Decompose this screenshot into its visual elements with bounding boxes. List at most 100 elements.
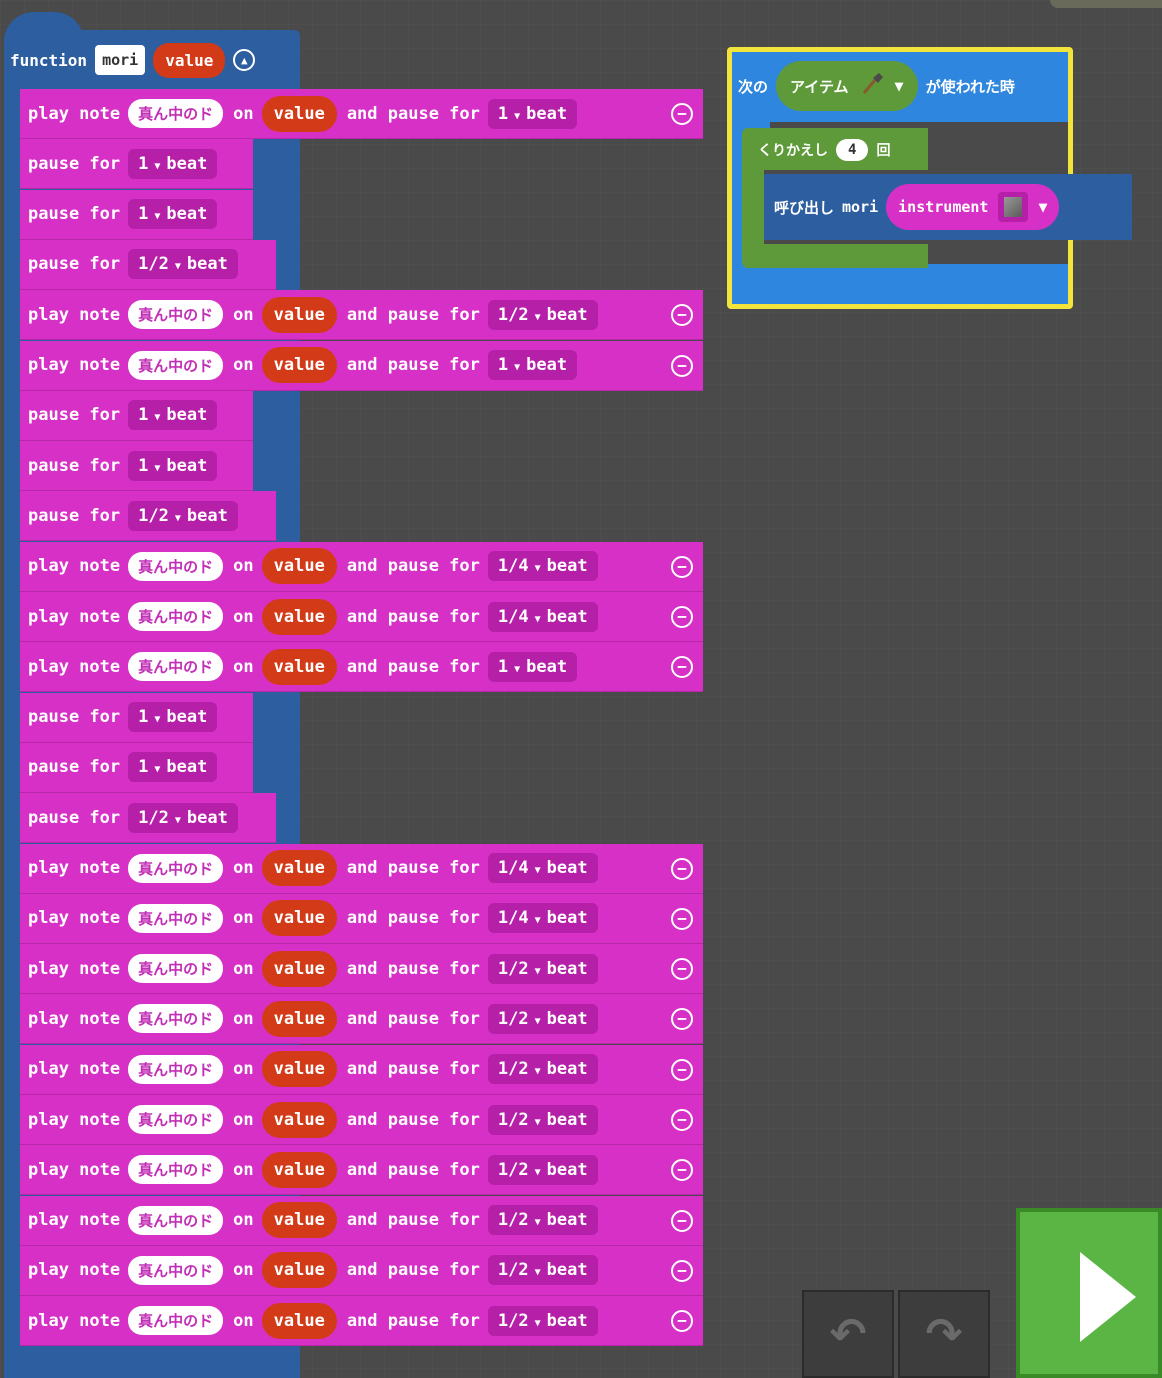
play-note-block[interactable]: play note 真ん中のド on value and pause for 1/2 ▼ be… xyxy=(20,944,703,995)
play-note-block[interactable]: play note 真ん中のド on value and pause for 1/4 ▼ be… xyxy=(20,893,703,944)
value-variable[interactable]: value xyxy=(261,1101,337,1138)
beat-duration-dropdown[interactable]: 1 ▼ beat xyxy=(487,350,578,380)
remove-param-icon[interactable]: − xyxy=(671,907,693,930)
pause-block[interactable]: pause for 1 ▼ beat xyxy=(20,390,253,441)
note-field[interactable]: 真ん中のド xyxy=(128,1004,224,1034)
value-variable[interactable]: value xyxy=(261,1051,337,1088)
note-field[interactable]: 真ん中のド xyxy=(128,1255,224,1285)
remove-param-icon[interactable]: − xyxy=(671,304,693,327)
beat-duration-dropdown[interactable]: 1/2 ▼ beat xyxy=(487,953,598,984)
value-variable[interactable]: value xyxy=(261,296,337,333)
beat-duration-dropdown[interactable]: 1/4 ▼ beat xyxy=(487,853,598,883)
note-field[interactable]: 真ん中のド xyxy=(128,1105,224,1134)
remove-param-icon[interactable]: − xyxy=(671,1310,693,1333)
note-field[interactable]: 真ん中のド xyxy=(128,1054,224,1084)
beat-duration-dropdown[interactable]: 1 ▼ beat xyxy=(128,752,218,783)
pause-block[interactable]: pause for 1 ▼ beat xyxy=(20,742,253,793)
beat-duration-dropdown[interactable]: 1/4 ▼ beat xyxy=(487,601,598,632)
beat-duration-dropdown[interactable]: 1 ▼ beat xyxy=(128,400,218,431)
pause-block[interactable]: pause for 1 ▼ beat xyxy=(20,189,253,240)
beat-duration-dropdown[interactable]: 1/4 ▼ beat xyxy=(487,551,598,582)
value-variable[interactable]: value xyxy=(261,548,337,585)
beat-duration-dropdown[interactable]: 1/2 ▼ beat xyxy=(487,1003,598,1034)
remove-param-icon[interactable]: − xyxy=(671,555,693,578)
play-note-block[interactable]: play note 真ん中のド on value and pause for 1/4 ▼ be… xyxy=(20,843,703,894)
remove-param-icon[interactable]: − xyxy=(671,606,693,628)
function-name-field[interactable]: mori xyxy=(95,45,146,75)
redo-button[interactable]: ↷ xyxy=(898,1290,990,1378)
code-workspace[interactable]: function mori value ▲ play note 真ん中のド on va… xyxy=(0,0,1162,1378)
note-field[interactable]: 真ん中のド xyxy=(128,551,224,581)
value-variable[interactable]: value xyxy=(261,900,337,937)
collapse-params-icon[interactable]: ▲ xyxy=(233,49,256,71)
play-note-block[interactable]: play note 真ん中のド on value and pause for 1/2 ▼ be… xyxy=(20,1044,703,1095)
note-field[interactable]: 真ん中のド xyxy=(128,99,224,128)
play-note-block[interactable]: play note 真ん中のド on value and pause for 1 ▼ beat… xyxy=(20,340,703,391)
beat-duration-dropdown[interactable]: 1/2 ▼ beat xyxy=(128,802,238,833)
remove-param-icon[interactable]: − xyxy=(671,1259,693,1282)
play-note-block[interactable]: play note 真ん中のド on value and pause for 1/2 ▼ be… xyxy=(20,1195,703,1246)
value-variable[interactable]: value xyxy=(261,1252,337,1289)
remove-param-icon[interactable]: − xyxy=(671,1109,693,1131)
pause-block[interactable]: pause for 1 ▼ beat xyxy=(20,139,253,190)
play-note-block[interactable]: play note 真ん中のド on value and pause for 1 ▼ beat… xyxy=(20,89,703,139)
pause-block[interactable]: pause for 1/2 ▼ beat xyxy=(20,793,276,844)
note-field[interactable]: 真ん中のド xyxy=(128,652,224,682)
note-field[interactable]: 真ん中のド xyxy=(128,300,224,330)
beat-duration-dropdown[interactable]: 1/2 ▼ beat xyxy=(487,1104,598,1135)
note-field[interactable]: 真ん中のド xyxy=(128,350,224,380)
play-note-block[interactable]: play note 真ん中のド on value and pause for 1/2 ▼ be… xyxy=(20,1145,703,1196)
run-code-button[interactable] xyxy=(1016,1208,1162,1378)
beat-duration-dropdown[interactable]: 1/2 ▼ beat xyxy=(128,500,238,531)
repeat-count-field[interactable]: 4 xyxy=(836,139,869,161)
note-field[interactable]: 真ん中のド xyxy=(128,954,224,984)
value-variable[interactable]: value xyxy=(261,1202,337,1239)
undo-button[interactable]: ↶ xyxy=(802,1290,894,1378)
remove-param-icon[interactable]: − xyxy=(671,1209,693,1232)
beat-duration-dropdown[interactable]: 1/2 ▼ beat xyxy=(128,249,238,280)
beat-duration-dropdown[interactable]: 1/2 ▼ beat xyxy=(487,299,598,330)
function-param-value[interactable]: value xyxy=(153,42,226,78)
value-variable[interactable]: value xyxy=(261,95,337,132)
remove-param-icon[interactable]: − xyxy=(671,103,693,125)
beat-duration-dropdown[interactable]: 1 ▼ beat xyxy=(128,148,218,179)
beat-duration-dropdown[interactable]: 1/2 ▼ beat xyxy=(487,1154,598,1185)
beat-duration-dropdown[interactable]: 1/2 ▼ beat xyxy=(487,1205,598,1236)
value-variable[interactable]: value xyxy=(261,347,337,383)
value-variable[interactable]: value xyxy=(261,950,337,987)
instrument-dropdown[interactable] xyxy=(998,192,1029,222)
pause-block[interactable]: pause for 1/2 ▼ beat xyxy=(20,239,276,290)
play-note-block[interactable]: play note 真ん中のド on value and pause for 1 ▼ beat… xyxy=(20,642,703,693)
beat-duration-dropdown[interactable]: 1/2 ▼ beat xyxy=(487,1305,598,1336)
remove-param-icon[interactable]: − xyxy=(671,1159,693,1182)
remove-param-icon[interactable]: − xyxy=(671,656,693,679)
note-field[interactable]: 真ん中のド xyxy=(128,903,224,933)
value-variable[interactable]: value xyxy=(261,850,337,886)
play-note-block[interactable]: play note 真ん中のド on value and pause for 1/2 ▼ be… xyxy=(20,290,703,341)
note-field[interactable]: 真ん中のド xyxy=(128,1306,224,1336)
value-variable[interactable]: value xyxy=(261,1000,337,1037)
note-field[interactable]: 真ん中のド xyxy=(128,853,224,883)
beat-duration-dropdown[interactable]: 1/4 ▼ beat xyxy=(487,903,598,934)
value-variable[interactable]: value xyxy=(261,648,337,685)
note-field[interactable]: 真ん中のド xyxy=(128,602,224,631)
play-note-block[interactable]: play note 真ん中のド on value and pause for 1/2 ▼ be… xyxy=(20,994,703,1045)
remove-param-icon[interactable]: − xyxy=(671,354,693,377)
beat-duration-dropdown[interactable]: 1 ▼ beat xyxy=(128,702,218,733)
value-variable[interactable]: value xyxy=(261,598,337,635)
note-field[interactable]: 真ん中のド xyxy=(128,1155,224,1185)
beat-duration-dropdown[interactable]: 1/2 ▼ beat xyxy=(487,1255,598,1286)
item-dropdown[interactable]: アイテム ▼ xyxy=(776,61,918,111)
remove-param-icon[interactable]: − xyxy=(671,857,693,880)
play-note-block[interactable]: play note 真ん中のド on value and pause for 1/4 ▼ be… xyxy=(20,592,703,642)
pause-block[interactable]: pause for 1 ▼ beat xyxy=(20,441,253,492)
value-variable[interactable]: value xyxy=(261,1302,337,1339)
remove-param-icon[interactable]: − xyxy=(671,958,693,981)
remove-param-icon[interactable]: − xyxy=(671,1058,693,1081)
instrument-argument[interactable]: instrument ▼ xyxy=(886,184,1060,230)
beat-duration-dropdown[interactable]: 1 ▼ beat xyxy=(487,98,578,129)
note-field[interactable]: 真ん中のド xyxy=(128,1205,224,1235)
beat-duration-dropdown[interactable]: 1/2 ▼ beat xyxy=(487,1054,598,1085)
play-note-block[interactable]: play note 真ん中のド on value and pause for 1/2 ▼ be… xyxy=(20,1296,703,1347)
pause-block[interactable]: pause for 1/2 ▼ beat xyxy=(20,491,276,542)
